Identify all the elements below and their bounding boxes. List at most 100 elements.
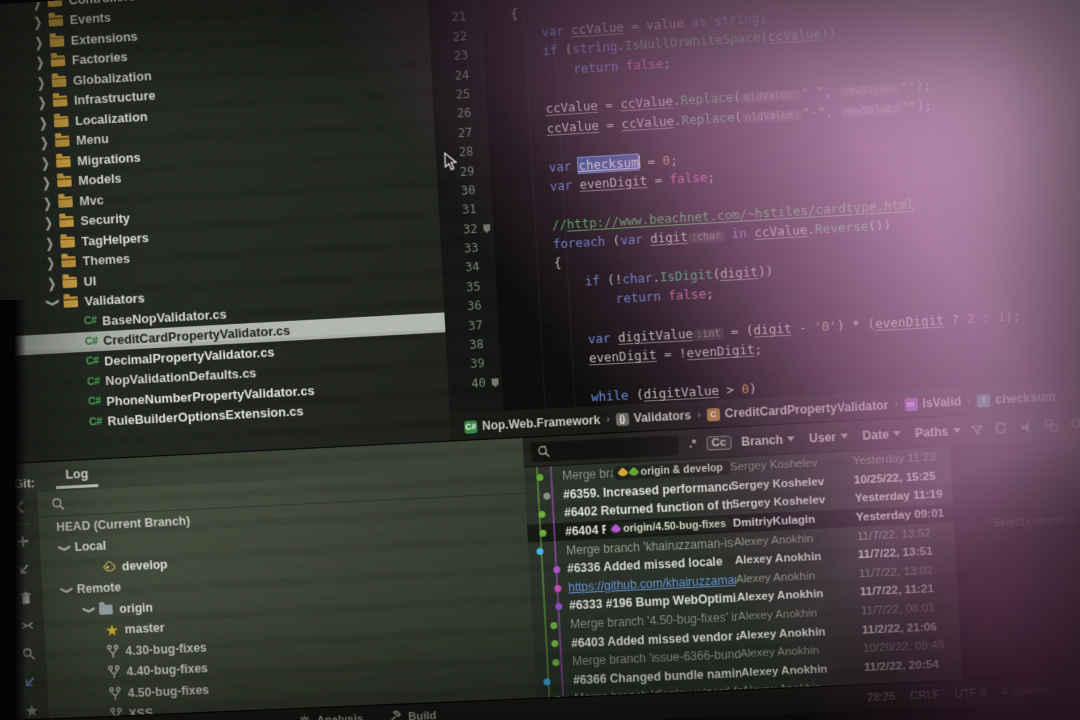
breadcrumb-label: CreditCardPropertyValidator (724, 398, 888, 420)
filter-funnel-icon[interactable] (970, 422, 983, 437)
breadcrumb-item-field[interactable]: fchecksum (977, 390, 1056, 408)
graph-dot-icon (551, 640, 558, 647)
frames-icon[interactable] (1043, 418, 1059, 434)
chevron-down-icon[interactable]: ❯ (59, 584, 72, 596)
code-token: ( (733, 89, 741, 104)
commit-date: Yesterday 11:23 (848, 451, 950, 468)
filter-paths[interactable]: Paths (915, 423, 961, 439)
chevron-right-icon[interactable]: ❯ (35, 74, 48, 90)
chevron-right-icon[interactable]: ❯ (43, 235, 56, 251)
remote-folder-icon (99, 604, 113, 614)
match-case-toggle[interactable]: Cc (706, 435, 732, 450)
code-token: as (691, 14, 707, 30)
arrow-down-left-blue-icon[interactable] (21, 673, 39, 691)
filter-label: Paths (915, 424, 949, 440)
statusbar-indicator[interactable]: 28:25 (867, 690, 896, 703)
tree-item-label: Migrations (77, 150, 141, 169)
commit-date: 11/7/22, 13:51 (854, 545, 956, 562)
search-icon[interactable] (1069, 416, 1080, 432)
commit-graph-node (530, 578, 569, 598)
statusbar-indicator[interactable]: CRLF (910, 689, 940, 702)
code-token (514, 351, 589, 370)
chevron-right-icon[interactable]: ❯ (40, 175, 53, 191)
breadcrumb-item-namespace[interactable]: ()Validators (615, 408, 691, 426)
chevron-right-icon[interactable]: ❯ (42, 215, 55, 231)
breadcrumb-separator: › (606, 413, 610, 425)
csharp-file-icon: C# (88, 396, 101, 408)
regex-toggle[interactable]: .* (688, 438, 696, 450)
chevron-right-icon[interactable]: ❯ (46, 275, 59, 291)
statusbar-build-button[interactable]: Build (388, 708, 437, 720)
refresh-icon[interactable] (992, 420, 1008, 436)
code-token: ccValue (545, 98, 598, 116)
notifications-icon[interactable] (1018, 419, 1034, 435)
breadcrumb-label: Validators (633, 408, 691, 425)
code-text[interactable] (486, 83, 501, 103)
graph-dot-icon (536, 548, 543, 555)
code-text[interactable] (498, 314, 513, 334)
search-icon[interactable] (19, 645, 37, 663)
chevron-down-icon[interactable]: ❯ (45, 297, 61, 310)
chevron-right-icon[interactable]: ❯ (41, 195, 54, 211)
chevron-right-icon[interactable]: ❯ (34, 54, 47, 70)
plus-icon[interactable] (13, 532, 31, 550)
chevron-right-icon[interactable]: ❯ (38, 135, 51, 151)
folder-icon (62, 276, 77, 288)
breadcrumb-item-class[interactable]: CCreditCardPropertyValidator (706, 398, 888, 421)
chevron-right-icon[interactable]: ❯ (36, 94, 49, 110)
code-text[interactable] (489, 141, 504, 161)
code-text[interactable] (492, 199, 507, 219)
folder-icon (53, 96, 68, 108)
statusbar-analysis-button[interactable]: Analysis (297, 711, 364, 720)
chevron-right-icon[interactable]: ❯ (31, 0, 44, 10)
commit-list: Merge branch 'issue-6359-increase-perfor… (524, 447, 962, 698)
graph-dot-icon (536, 474, 543, 481)
ref-tag-icon (611, 524, 622, 535)
statusbar-indicator[interactable]: UTF-8 (955, 687, 987, 700)
method-icon: m (904, 397, 918, 411)
statusbar-item-label: Build (408, 710, 437, 720)
code-text[interactable]: { (481, 4, 518, 26)
commit-author: Alexey Anokhin (739, 624, 859, 641)
log-search-input[interactable] (531, 435, 680, 462)
arrow-down-left-icon[interactable] (15, 560, 33, 578)
gutter-marker-icon (491, 378, 498, 387)
chevron-down-icon[interactable]: ❯ (57, 542, 70, 554)
filter-date[interactable]: Date (862, 426, 901, 442)
code-editor[interactable]: 7 ext methods 7 exposing APIs override b… (426, 0, 1080, 441)
filter-user[interactable]: User (809, 429, 849, 445)
chevron-down-icon[interactable]: ❯ (81, 604, 94, 616)
line-number[interactable] (449, 392, 503, 413)
chevron-right-icon[interactable]: ❯ (33, 34, 46, 50)
merge-arrows-icon[interactable] (18, 617, 36, 635)
ide-window: ❯Controllers❯Events❯Extensions❯Factories… (0, 0, 1080, 720)
code-text[interactable] (501, 372, 516, 392)
chevron-right-icon[interactable]: ❯ (44, 255, 57, 271)
code-token: Reverse (815, 218, 869, 236)
code-token: char (622, 270, 653, 287)
trash-icon[interactable] (16, 589, 34, 607)
star-icon[interactable] (22, 701, 40, 719)
graph-dot-icon (539, 529, 546, 536)
breadcrumb-item-project[interactable]: C#Nop.Web.Framework (464, 413, 601, 434)
statusbar-indicator[interactable]: 4 spaces (1002, 684, 1048, 698)
filter-branch[interactable]: Branch (741, 432, 795, 449)
code-token (511, 291, 616, 312)
code-token: )) (821, 25, 837, 41)
chevron-left-icon[interactable] (12, 498, 30, 516)
breadcrumb-item-method[interactable]: mIsValid (904, 394, 962, 411)
graph-dot-icon (543, 492, 550, 499)
branches-panel: HEAD (Current Branch)❯Localdevelop❯Remot… (37, 468, 536, 719)
chevron-right-icon[interactable]: ❯ (39, 155, 52, 171)
commit-details-panel: Select commit to Commit (950, 436, 1080, 680)
code-scroll-area[interactable]: override bool IsValid(ValidationContext<… (427, 0, 1080, 414)
chevron-right-icon[interactable]: ❯ (37, 115, 50, 131)
chevron-right-icon[interactable]: ❯ (32, 14, 45, 30)
code-token: = (640, 152, 663, 168)
code-token: ()) (868, 217, 892, 233)
branch-label: 4.50-bug-fixes (127, 683, 209, 700)
tree-item-label: Localization (75, 109, 148, 128)
commit-author: Alexey Anokhin (736, 568, 856, 585)
code-token: evenDigit (589, 347, 657, 366)
tab-log[interactable]: Log (55, 465, 98, 489)
